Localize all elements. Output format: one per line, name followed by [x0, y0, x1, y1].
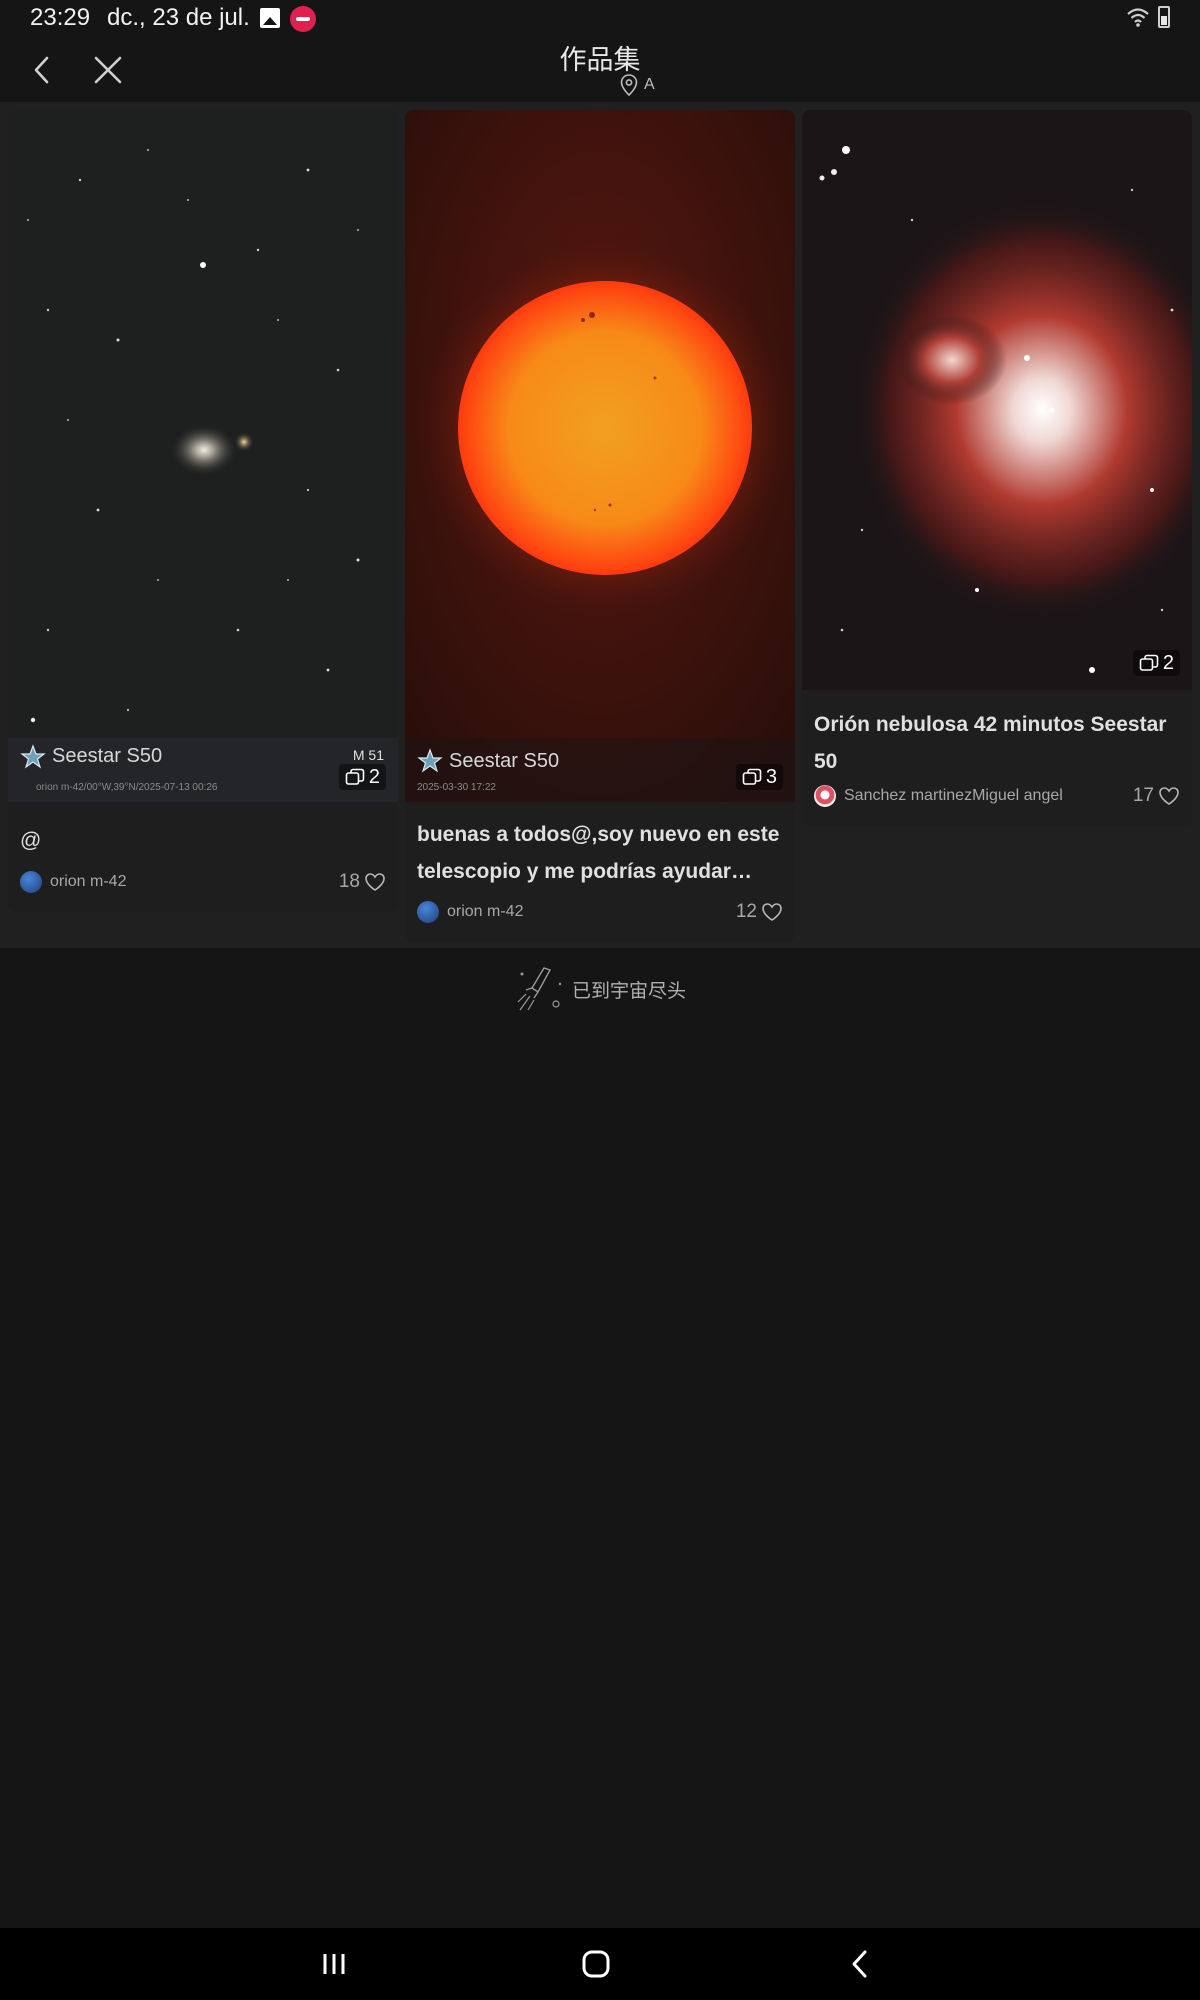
photo-count-badge: 2 — [338, 764, 386, 790]
avatar[interactable] — [814, 785, 836, 807]
sun-photo — [405, 110, 795, 802]
status-bar: 23:29 dc., 23 de jul. — [0, 0, 1200, 36]
avatar[interactable] — [417, 901, 439, 923]
end-of-list: 已到宇宙尽头 — [510, 964, 686, 1014]
heart-outline-icon[interactable] — [761, 902, 783, 922]
post-title[interactable]: Orión nebulosa 42 minutos Seestar 50 — [814, 706, 1184, 780]
watermark-target: M 51 — [352, 747, 384, 763]
watermark-brand: Seestar S50 — [449, 750, 560, 772]
feed-grid: Seestar S50 M 51 orion m-42/00°W,39°N/20… — [0, 102, 1200, 948]
location-row: A — [620, 72, 655, 98]
recent-apps-button[interactable] — [314, 1944, 354, 1984]
home-button[interactable] — [576, 1944, 616, 1984]
watermark-info: orion m-42/00°W,39°N/2025-07-13 00:26 — [36, 782, 218, 793]
like-count: 12 — [735, 901, 757, 922]
post-title[interactable]: @ — [20, 822, 390, 859]
author-name[interactable]: orion m-42 — [50, 873, 339, 891]
end-of-list-text: 已到宇宙尽头 — [572, 980, 687, 1002]
post-card[interactable]: 2 Orión nebulosa 42 minutos Seestar 50 S… — [802, 110, 1192, 826]
avatar[interactable] — [20, 871, 42, 893]
post-card[interactable]: Seestar S50 2025-03-30 17:22 3 buenas a … — [405, 110, 795, 942]
photo-count: 3 — [765, 765, 777, 788]
seestar-logo-icon — [417, 748, 443, 773]
gallery-notification-icon — [260, 8, 280, 28]
like-count: 18 — [338, 871, 360, 892]
page-title: 作品集 — [559, 45, 641, 75]
watermark-info: 2025-03-30 17:22 — [417, 782, 496, 793]
status-time: 23:29 — [30, 4, 91, 31]
photo-count-badge: 3 — [735, 764, 783, 790]
photo-stack-icon — [742, 768, 762, 785]
heart-outline-icon[interactable] — [1158, 786, 1180, 806]
battery-icon — [1158, 6, 1170, 28]
app-notification-icon — [290, 6, 316, 32]
post-card[interactable]: Seestar S50 M 51 orion m-42/00°W,39°N/20… — [8, 110, 398, 912]
photo-count: 2 — [1162, 651, 1174, 674]
post-title[interactable]: buenas a todos@,soy nuevo en este telesc… — [417, 816, 787, 890]
status-date: dc., 23 de jul. — [107, 4, 250, 31]
wifi-icon — [1127, 8, 1149, 27]
author-name[interactable]: Sanchez martinezMiguel angel — [844, 787, 1133, 805]
location-pin-icon — [620, 74, 638, 96]
photo-count-badge: 2 — [1132, 650, 1180, 676]
author-row: orion m-42 12 — [417, 898, 783, 926]
system-nav-bar — [0, 1928, 1200, 2000]
post-image[interactable]: Seestar S50 2025-03-30 17:22 3 — [405, 110, 795, 802]
rocket-icon — [517, 967, 562, 1011]
author-name[interactable]: orion m-42 — [447, 903, 736, 921]
post-image[interactable]: 2 — [802, 110, 1192, 690]
author-row: Sanchez martinezMiguel angel 17 — [814, 782, 1180, 810]
seestar-logo-icon — [20, 744, 46, 769]
heart-outline-icon[interactable] — [364, 872, 386, 892]
photo-stack-icon — [1139, 654, 1159, 671]
galaxy-photo — [8, 110, 398, 802]
nebula-photo — [802, 110, 1192, 690]
location-label: A — [644, 76, 655, 93]
watermark-brand: Seestar S50 — [52, 745, 163, 767]
like-count: 17 — [1132, 785, 1154, 806]
photo-stack-icon — [345, 768, 365, 785]
photo-count: 2 — [368, 765, 380, 788]
author-row: orion m-42 18 — [20, 868, 386, 896]
post-image[interactable]: Seestar S50 M 51 orion m-42/00°W,39°N/20… — [8, 110, 398, 802]
nav-back-button[interactable] — [840, 1944, 880, 1984]
header: 作品集 A — [0, 36, 1200, 102]
